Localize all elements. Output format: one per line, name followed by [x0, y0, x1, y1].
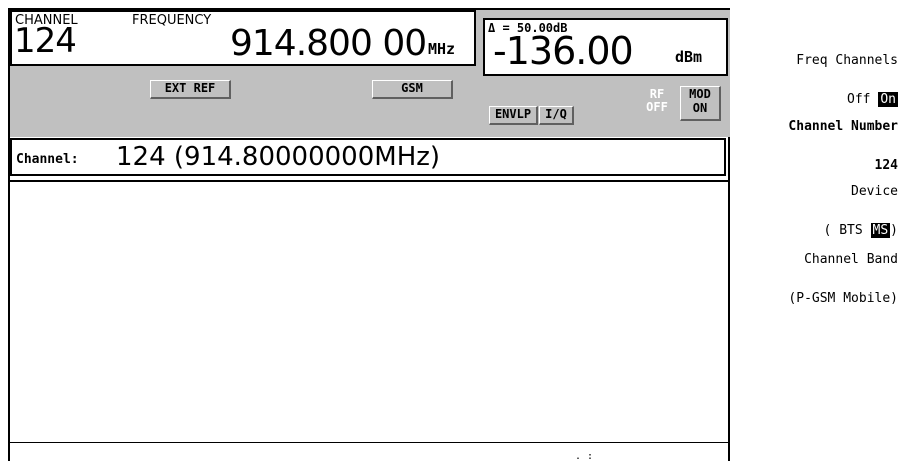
display-divider	[10, 180, 730, 182]
channel-entry-line: Channel: 124 (914.80000000MHz)	[10, 138, 726, 176]
channel-entry-value: 124 (914.80000000MHz)	[116, 142, 441, 172]
softkey-menu: Freq Channels Off On Channel Number 124 …	[733, 0, 900, 461]
channel-value: 124	[14, 21, 77, 61]
frequency-value: 914.800 00	[230, 23, 427, 64]
amplitude-display: Δ = 50.00dB -136.00 dBm	[483, 18, 728, 76]
frequency-label: FREQUENCY	[132, 13, 212, 28]
envlp-annunciator: ENVLP	[489, 106, 538, 125]
frequency-display: CHANNEL FREQUENCY 124 914.800 00 MHz	[10, 10, 476, 66]
channel-entry-label: Channel:	[16, 152, 79, 167]
iq-annunciator: I/Q	[539, 106, 574, 125]
instrument-screen: CHANNEL FREQUENCY 124 914.800 00 MHz Δ =…	[0, 0, 900, 462]
freq-channels-label: Freq Channels	[796, 53, 898, 68]
channel-number-label: Channel Number	[788, 119, 898, 134]
rf-off-annunciator: RF OFF	[640, 88, 674, 114]
amplitude-value: -136.00	[493, 29, 634, 73]
status-line-text: . :	[575, 451, 594, 462]
channel-band-label: Channel Band	[804, 252, 898, 267]
ext-ref-annunciator: EXT REF	[150, 80, 231, 99]
off-label: OFF	[646, 100, 668, 114]
main-display: CHANNEL FREQUENCY 124 914.800 00 MHz Δ =…	[8, 8, 730, 462]
on-label: ON	[692, 101, 708, 115]
mod-label: MOD	[689, 87, 711, 101]
channel-band-value: (P-GSM Mobile)	[788, 291, 898, 306]
softkey-channel-band[interactable]: Channel Band (P-GSM Mobile)	[788, 227, 898, 331]
amplitude-unit: dBm	[675, 48, 703, 66]
status-line-rule	[10, 442, 730, 443]
device-label: Device	[851, 184, 898, 199]
mod-on-annunciator: MOD ON	[680, 86, 721, 121]
gsm-annunciator: GSM	[372, 80, 453, 99]
frequency-unit: MHz	[428, 40, 456, 58]
status-area: CHANNEL FREQUENCY 124 914.800 00 MHz Δ =…	[10, 8, 730, 137]
